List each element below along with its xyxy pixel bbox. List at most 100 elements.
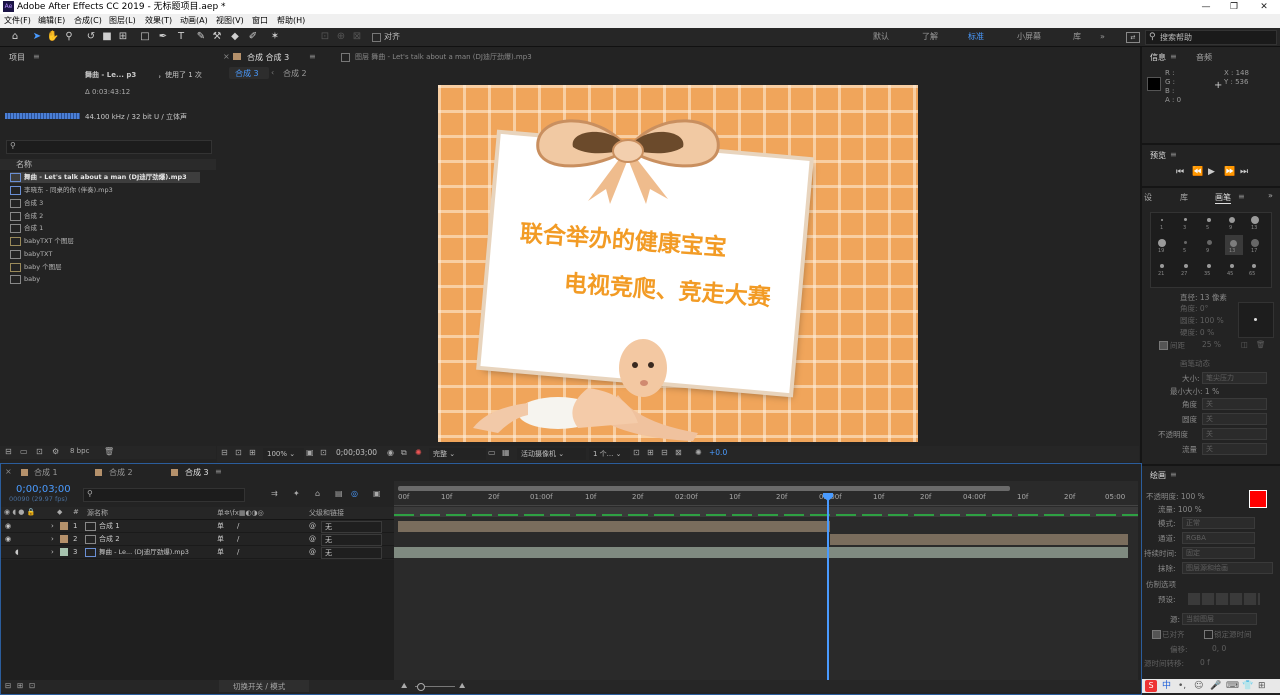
microphone-icon[interactable]: 🎤 [1210,680,1221,692]
brush-tool-icon[interactable]: ✎ [194,30,208,44]
expand-layer-icon[interactable]: › [51,533,54,545]
layer-label-color[interactable] [60,535,68,543]
tab-settings[interactable]: 设 [1144,192,1152,203]
toolbox-icon[interactable]: ⊞ [1258,680,1266,692]
eye-icon[interactable]: ◉ [5,533,11,545]
world-axis-icon[interactable]: ⊕ [334,30,348,44]
breadcrumb-comp2[interactable]: 合成 2 [283,68,307,79]
project-title[interactable]: 项目 [9,52,25,63]
new-composition-icon[interactable]: ⊡ [36,447,43,456]
grid-icon[interactable]: ⊡ [320,448,327,457]
layer-row[interactable]: ◉ › 1 合成 1 单 / @ 无 [1,520,394,533]
delete-brush-icon[interactable]: 🗑 [1256,340,1266,349]
menu-effect[interactable]: 效果(T) [145,15,172,27]
tab-preview[interactable]: 预览 [1150,150,1166,161]
shy-switch-icon[interactable]: 单 [217,546,224,558]
exposure-value[interactable]: +0.0 [709,448,727,457]
play-icon[interactable]: ▶ [1208,167,1215,177]
shy-switch-icon[interactable]: 单 [217,520,224,532]
in-out-toggle-icon[interactable]: ⊡ [29,681,35,690]
transparency-grid-icon[interactable]: ▦ [502,448,510,457]
new-folder-icon[interactable]: ▭ [20,447,28,456]
minimize-icon[interactable]: — [1192,0,1220,14]
layer-name[interactable]: 合成 2 [99,533,120,545]
next-frame-icon[interactable]: ⏩ [1224,167,1235,177]
pan-behind-tool-icon[interactable]: ⊞ [116,30,130,44]
menu-view[interactable]: 视图(V) [216,15,244,27]
project-settings-icon[interactable]: ⚙ [52,447,59,456]
tab-paint[interactable]: 绘画 [1150,470,1166,481]
source-dropdown[interactable]: 当前图层 [1182,613,1257,625]
brush-tip-grid[interactable]: 1 3 5 9 13 19 5 9 13 17 21 27 35 45 65 [1150,212,1272,288]
project-item[interactable]: babyTXT [10,249,200,260]
source-time-shift-value[interactable]: 0 f [1200,658,1210,667]
current-time-indicator[interactable] [827,495,829,689]
interpret-footage-icon[interactable]: ⊟ [5,447,12,456]
flowchart-icon[interactable]: ⊠ [675,448,682,457]
size-dropdown[interactable]: 笔尖压力 [1202,372,1267,384]
zoom-in-icon[interactable]: ⛰ [459,681,465,691]
last-frame-icon[interactable]: ⏭ [1240,167,1248,177]
time-ruler[interactable]: 00f 10f 20f 01:00f 10f 20f 02:00f 10f 20… [394,493,1138,506]
roundness-dropdown[interactable]: 关 [1202,413,1267,425]
view-axis-icon[interactable]: ⊠ [350,30,364,44]
menu-composition[interactable]: 合成(C) [74,15,102,27]
clone-stamp-tool-icon[interactable]: ⚒ [210,30,224,44]
expand-layer-icon[interactable]: › [51,520,54,532]
collapse-switch-icon[interactable]: / [237,533,239,545]
info-menu-icon[interactable]: ≡ [1170,52,1177,61]
timeline-tab-comp2[interactable]: 合成 2 [109,467,133,478]
parent-dropdown[interactable]: 无 [321,521,382,533]
project-item[interactable]: 舞曲 - Let's talk about a man (DJ迪厅劲爆).mp3 [10,172,200,183]
zoom-out-icon[interactable]: ⛰ [401,681,407,691]
frame-blending-icon[interactable]: ▤ [335,489,343,498]
time-zoom-slider[interactable] [415,683,455,691]
sogou-icon[interactable]: S [1145,680,1157,692]
menu-animation[interactable]: 动画(A) [180,15,208,27]
hand-tool-icon[interactable]: ✋ [46,30,60,44]
workspace-library[interactable]: 库 [1073,31,1081,43]
views-dropdown[interactable]: 1 个... ⌄ [589,448,630,460]
source-name-header[interactable]: 源名称 [87,508,108,518]
maximize-icon[interactable]: ❐ [1220,0,1248,14]
tab-layer[interactable]: 图层 舞曲 - Let's talk about a man (DJ迪厅劲爆).… [355,52,532,62]
layer-label-color[interactable] [60,548,68,556]
swap-icon[interactable]: ◫ [1241,340,1248,349]
composition-canvas[interactable]: 联合举办的健康宝宝 电视竞爬、竞走大赛 [438,85,918,442]
bpc-button[interactable]: 8 bpc [70,447,89,455]
tab-brushes[interactable]: 画笔 [1215,192,1231,204]
project-item[interactable]: 合成 3 [10,198,200,209]
pen-tool-icon[interactable]: ✒ [156,30,170,44]
delete-icon[interactable]: 🗑 [104,447,114,456]
close-tab-icon[interactable]: × [223,52,230,61]
layer-bar-audio[interactable] [394,547,1128,558]
toggle-pixel-aspect-icon[interactable]: ⊡ [633,448,640,457]
lock-source-time-checkbox[interactable] [1204,630,1213,639]
workspace-default[interactable]: 默认 [873,31,889,43]
time-zoom-handle[interactable] [417,683,425,691]
erase-dropdown[interactable]: 图层源和绘画 [1182,562,1273,574]
always-preview-icon[interactable]: ⊟ [221,448,228,457]
menu-layer[interactable]: 图层(L) [109,15,136,27]
selection-tool-icon[interactable]: ➤ [30,30,44,44]
camera-dropdown[interactable]: 活动摄像机 ⌄ [517,448,586,460]
first-frame-icon[interactable]: ⏮ [1176,167,1184,177]
timeline-menu-icon[interactable]: ≡ [215,467,222,476]
angle-dropdown[interactable]: 关 [1202,398,1267,410]
offset-value[interactable]: 0, 0 [1212,644,1226,653]
fit-icon[interactable]: ▣ [306,448,314,457]
timeline-timecode[interactable]: 0;00;03;00 [16,484,71,495]
preview-menu-icon[interactable]: ≡ [1170,150,1177,159]
menu-edit[interactable]: 编辑(E) [38,15,65,27]
workspace-standard[interactable]: 标准 [968,31,984,43]
local-axis-icon[interactable]: ⊡ [318,30,332,44]
camera-tool-icon[interactable]: ■ [100,30,114,44]
paint-opacity[interactable]: 不透明度: 100 % [1146,491,1205,502]
duration-dropdown[interactable]: 固定 [1182,547,1255,559]
channel-dropdown[interactable]: RGBA [1182,532,1255,544]
project-item[interactable]: 李晓东 - 同桌的你 (伴奏).mp3 [10,185,200,196]
opacity-dropdown[interactable]: 关 [1202,428,1267,440]
menu-window[interactable]: 窗口 [252,15,268,27]
sync-icon[interactable]: ⇄ [1126,32,1140,43]
pickwhip-icon[interactable]: @ [309,533,316,545]
